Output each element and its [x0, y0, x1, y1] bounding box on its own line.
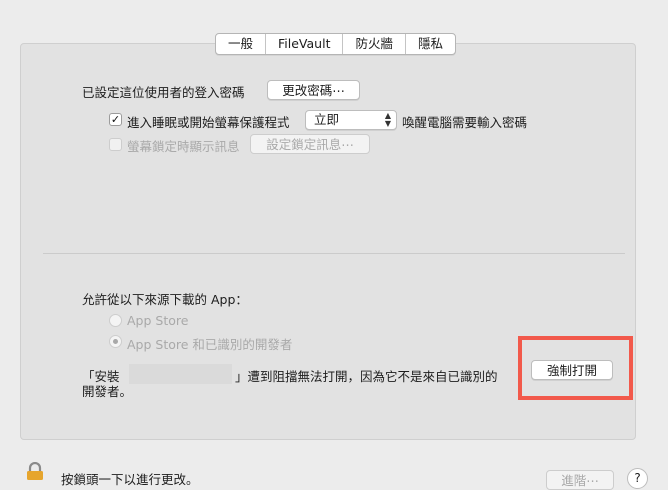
change-password-button[interactable]: 更改密碼⋯: [267, 80, 360, 100]
advanced-button: 進階⋯: [546, 470, 614, 490]
section-divider: [43, 253, 625, 254]
tab-firewall[interactable]: 防火牆: [343, 34, 406, 54]
password-label: 已設定這位使用者的登入密碼: [82, 85, 245, 100]
tab-general[interactable]: 一般: [216, 34, 267, 54]
blocked-message-suffix: 」遭到阻擋無法打開，因為它不是來自已識別的: [235, 369, 498, 384]
radio-app-store-identified-label: App Store 和已識別的開發者: [127, 337, 293, 352]
delay-select-value: 立即: [314, 112, 340, 127]
require-password-suffix: 喚醒電腦需要輸入密碼: [402, 115, 528, 130]
highlight-box: [518, 336, 633, 400]
show-message-checkbox: [109, 138, 122, 151]
radio-app-store: [109, 314, 122, 327]
radio-app-store-identified: [109, 335, 122, 348]
require-password-checkbox[interactable]: ✓: [109, 113, 122, 126]
set-lock-message-button: 設定鎖定訊息⋯: [250, 134, 370, 154]
tab-filevault[interactable]: FileVault: [266, 34, 344, 54]
download-sources-title: 允許從以下來源下載的 App：: [82, 292, 248, 307]
show-message-label: 螢幕鎖定時顯示訊息: [127, 139, 240, 154]
tab-privacy[interactable]: 隱私: [406, 34, 455, 54]
tab-bar: 一般 FileVault 防火牆 隱私: [215, 33, 457, 55]
require-password-label: 進入睡眠或開始螢幕保護程式: [127, 115, 290, 130]
blocked-message-line2: 開發者。: [82, 384, 133, 399]
lock-instructions: 按鎖頭一下以進行更改。: [61, 472, 199, 487]
radio-app-store-label: App Store: [127, 313, 189, 328]
select-arrows-icon: ▲ ▼: [384, 111, 391, 128]
lock-icon[interactable]: [25, 462, 45, 480]
require-password-delay-select[interactable]: 立即 ▲ ▼: [305, 110, 397, 130]
help-button[interactable]: ?: [627, 468, 648, 489]
redacted-app-name: [129, 364, 232, 384]
